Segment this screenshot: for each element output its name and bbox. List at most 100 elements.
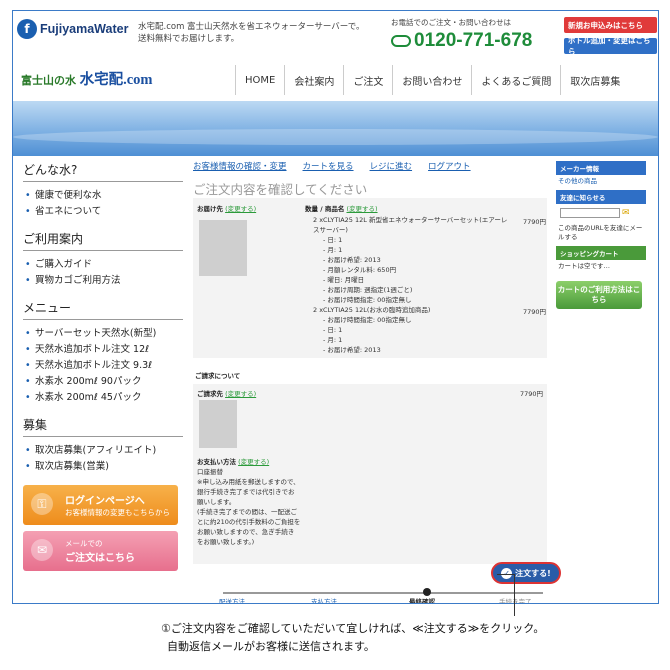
- sidebar-item[interactable]: 健康で便利な水: [23, 188, 183, 204]
- sidebar: どんな水? 健康で便利な水 省エネについて ご利用案内 ご購入ガイド 買物カゴご…: [23, 161, 183, 571]
- phone-label: お電話でのご注文・お問い合わせは: [391, 18, 511, 27]
- nav-recruit[interactable]: 取次店募集: [560, 65, 629, 95]
- order-details-box: お届け先 (変更する) 数量 / 商品名 (変更する) 2 xCLYTIA25 …: [193, 198, 547, 358]
- item-1: 2 xCLYTIA25 12L 新型省エネウォーターサーバーセット(エアーレスサ…: [313, 215, 513, 355]
- billing-price: 7790円: [519, 390, 543, 398]
- item-detail: - 月: 1: [323, 246, 343, 254]
- nav-home[interactable]: HOME: [235, 65, 284, 95]
- banner: [13, 101, 658, 156]
- logo-icon: f: [17, 19, 37, 39]
- sidebar-list: ご購入ガイド 買物カゴご利用方法: [23, 257, 183, 289]
- order-button-label: 注文する!: [515, 568, 551, 578]
- sidebar-item[interactable]: 水素水 200mℓ 45パック: [23, 390, 183, 406]
- step-link-logout[interactable]: ログアウト: [428, 160, 471, 172]
- payment-line: ※申し込み用紙を郵送しますので、: [197, 478, 300, 486]
- sidebar-item[interactable]: サーバーセット天然水(新型): [23, 326, 183, 342]
- sidebar-item[interactable]: 水素水 200mℓ 90パック: [23, 374, 183, 390]
- brand-main: 水宅配.com: [79, 72, 153, 88]
- sidebar-item[interactable]: 天然水追加ボトル注文 9.3ℓ: [23, 358, 183, 374]
- billing-about: ご請求について: [195, 372, 241, 380]
- brand-logo[interactable]: 富士山の水 水宅配.com: [21, 68, 153, 89]
- login-button[interactable]: ⚿ ログインページへ お客様情報の変更もこちらから: [23, 485, 178, 525]
- nav-faq[interactable]: よくあるご質問: [471, 65, 560, 95]
- payment-line: 銀行手続き完了までは代引きでお: [197, 488, 295, 496]
- qty-label-text: 数量 / 商品名: [305, 205, 345, 213]
- main-nav: HOME 会社案内 ご注文 お問い合わせ よくあるご質問 取次店募集: [235, 65, 629, 95]
- annotation-line-2: 自動返信メールがお客様に送信されます。: [167, 640, 375, 653]
- blurred-billing: [199, 400, 237, 448]
- progress-step-payment: 支払方法: [311, 598, 337, 604]
- envelope-icon: ✉: [31, 539, 53, 561]
- step-link-customer[interactable]: お客様情報の確認・変更: [193, 160, 287, 172]
- sidebar-item[interactable]: 取次店募集(アフィリエイト): [23, 443, 183, 459]
- step-link-cart[interactable]: カートを見る: [303, 160, 354, 172]
- progress-line: [223, 592, 543, 594]
- change-payment-link[interactable]: (変更する): [238, 458, 269, 466]
- phone-text: 0120-771-678: [414, 30, 533, 51]
- nav-contact[interactable]: お問い合わせ: [392, 65, 471, 95]
- sidebar-list: サーバーセット天然水(新型) 天然水追加ボトル注文 12ℓ 天然水追加ボトル注文…: [23, 326, 183, 406]
- item-detail: - お届け時間指定: 00指定無し: [323, 316, 412, 324]
- payment-info: 口座振替 ※申し込み用紙を郵送しますので、 銀行手続き完了までは代引きでお 願い…: [197, 467, 307, 547]
- mail-order-button[interactable]: ✉ メールでの ご注文はこちら: [23, 531, 178, 571]
- other-products-link[interactable]: その他の商品: [556, 175, 646, 188]
- sidebar-item[interactable]: 省エネについて: [23, 204, 183, 220]
- mail-icon[interactable]: ✉: [622, 208, 630, 218]
- change-billing-link[interactable]: (変更する): [225, 390, 256, 398]
- progress-steps: 配送方法 支払方法 最終確認 手続き完了: [193, 588, 548, 604]
- billing-label-text: ご請求先: [197, 390, 223, 398]
- logo[interactable]: f FujiyamaWater: [17, 19, 128, 39]
- mail-title: メールでの: [65, 539, 103, 548]
- progress-step-confirm: 最終確認: [409, 598, 435, 604]
- order-button[interactable]: ✓ 注文する!: [491, 562, 561, 584]
- new-order-label: 新規お申込みはこちら: [568, 20, 643, 30]
- key-icon: ⚿: [31, 493, 53, 515]
- item-2-price: 7790円: [522, 308, 546, 316]
- progress-step-complete: 手続き完了: [499, 598, 532, 604]
- freedial-icon: [391, 35, 411, 47]
- billing-box: ご請求先 (変更する) 7790円 お支払い方法 (変更する) 口座振替 ※申し…: [193, 384, 547, 564]
- sidebar-heading: 募集: [23, 416, 183, 437]
- login-title: ログインページへ: [65, 496, 145, 507]
- sidebar-item[interactable]: 天然水追加ボトル注文 12ℓ: [23, 342, 183, 358]
- nav-company[interactable]: 会社案内: [284, 65, 343, 95]
- sidebar-heading: メニュー: [23, 299, 183, 320]
- add-bottle-button[interactable]: ボトル追加・変更はこちら: [564, 36, 657, 56]
- cart-text: カートは空です…: [558, 262, 610, 270]
- item-1-name: 2 xCLYTIA25 12L 新型省エネウォーターサーバーセット(エアーレスサ…: [313, 216, 508, 234]
- new-order-button[interactable]: 新規お申込みはこちら: [564, 17, 657, 33]
- item-2-name: 2 xCLYTIA25 12L(お水の臨時追加商品): [313, 306, 431, 314]
- change-items-link[interactable]: (変更する): [346, 205, 377, 213]
- friend-email-input[interactable]: [560, 208, 620, 218]
- intro-line: 送料無料でお届けします。: [138, 34, 240, 44]
- qty-label: 数量 / 商品名 (変更する): [305, 203, 378, 213]
- nav-bar: 富士山の水 水宅配.com HOME 会社案内 ご注文 お問い合わせ よくあるご…: [13, 61, 658, 98]
- main-content: お客様情報の確認・変更 カートを見る レジに進む ログアウト ご注文内容を確認し…: [193, 156, 561, 604]
- logo-text: FujiyamaWater: [40, 22, 129, 36]
- nav-order[interactable]: ご注文: [343, 65, 392, 95]
- item-detail: - 曜日: 月曜日: [323, 276, 365, 284]
- payment-line: をお願い致します。): [197, 538, 255, 546]
- payment-line: お願い致しますので、急ぎ手続き: [197, 528, 295, 536]
- cart-head: ショッピングカート: [556, 246, 646, 260]
- sidebar-item[interactable]: 取次店募集(営業): [23, 459, 183, 475]
- sidebar-item[interactable]: ご購入ガイド: [23, 257, 183, 273]
- brand-small: 富士山の水: [21, 75, 76, 87]
- tell-friend-box: ✉: [556, 204, 646, 222]
- add-bottle-label: ボトル追加・変更はこちら: [568, 36, 651, 56]
- step-links: お客様情報の確認・変更 カートを見る レジに進む ログアウト: [193, 160, 471, 172]
- sidebar-item[interactable]: 買物カゴご利用方法: [23, 273, 183, 289]
- item-detail: - 日: 1: [323, 236, 343, 244]
- calendar-button[interactable]: カートのご利用方法はこちら: [556, 281, 642, 309]
- change-delivery-link[interactable]: (変更する): [225, 205, 256, 213]
- payment-line: 願いします。: [197, 498, 236, 506]
- banner-wave: [13, 129, 658, 145]
- mail-sub: ご注文はこちら: [65, 553, 135, 564]
- item-detail: - 月: 1: [323, 336, 343, 344]
- annotation-pointer: [497, 574, 514, 575]
- item-detail: - お届け時間指定: 00指定無し: [323, 296, 412, 304]
- item-1-price: 7790円: [522, 218, 546, 226]
- intro-text: 水宅配.com 富士山天然水を省エネウォーターサーバーで。 送料無料でお届けしま…: [138, 21, 388, 45]
- step-link-register[interactable]: レジに進む: [370, 160, 413, 172]
- item-detail: - 月額レンタル料: 650円: [323, 266, 397, 274]
